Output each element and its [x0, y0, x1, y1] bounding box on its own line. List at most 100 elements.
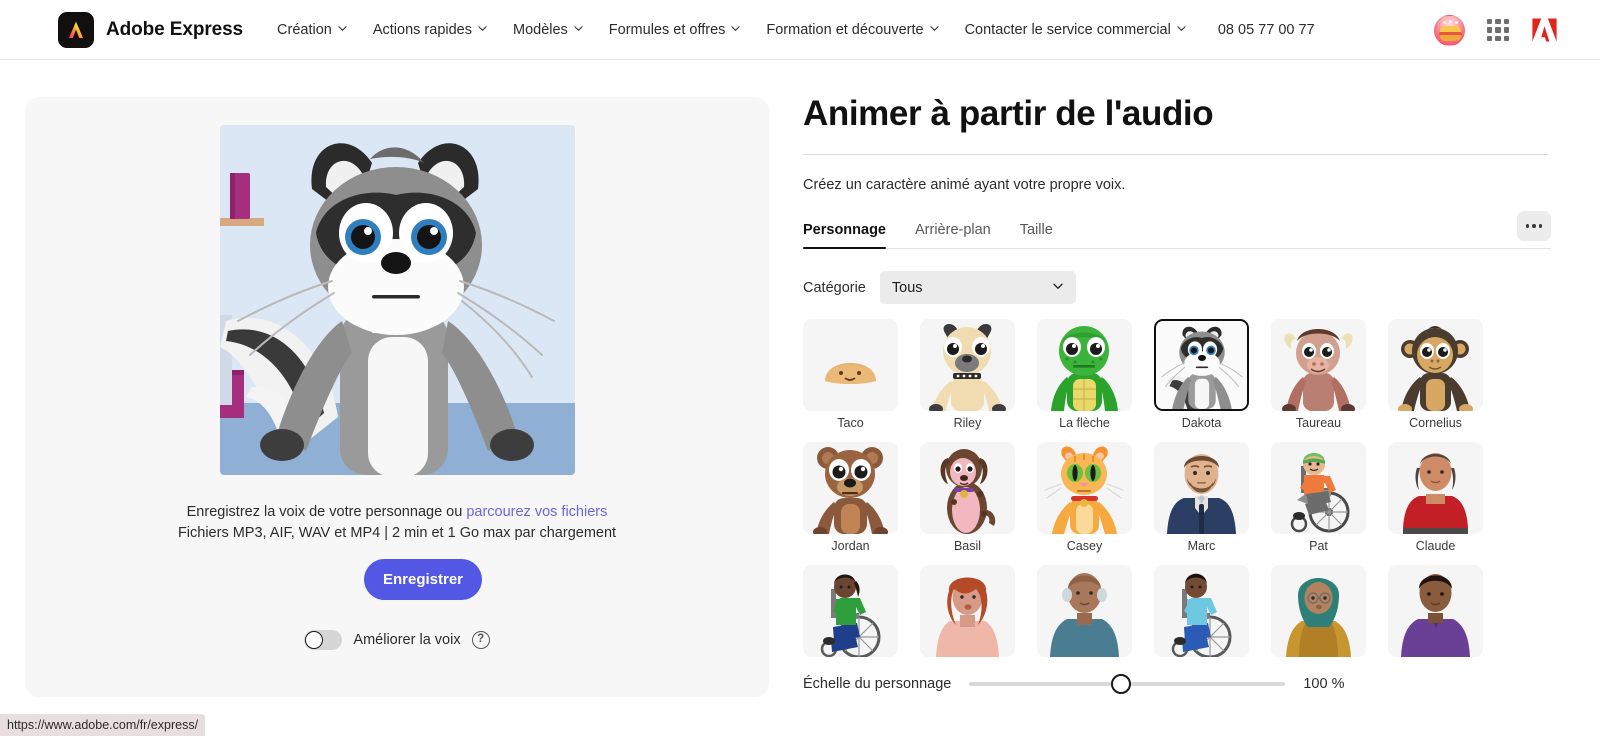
character-name: La flèche [1059, 416, 1110, 430]
contact-phone-number[interactable]: 08 05 77 00 77 [1218, 22, 1315, 38]
character-card-row3-3[interactable] [1037, 565, 1132, 660]
tab-taille[interactable]: Taille [1020, 222, 1053, 248]
character-thumbnail [1388, 442, 1483, 534]
character-thumbnail [803, 442, 898, 534]
nav-item-label: Modèles [512, 21, 568, 38]
tab-personnage[interactable]: Personnage [803, 222, 886, 249]
nav-item-formules-et-offres[interactable]: Formules et offres [609, 16, 741, 44]
character-name: Dakota [1181, 416, 1222, 430]
character-name: Riley [953, 416, 982, 430]
character-name: Taco [837, 416, 864, 430]
enhance-voice-label: Améliorer la voix [353, 632, 461, 648]
character-grid: Taco Riley La flèche Dakota Taureau Corn… [803, 319, 1551, 660]
character-card-la-fleche[interactable]: La flèche [1037, 319, 1132, 430]
character-thumbnail [803, 319, 898, 411]
chevron-down-icon [338, 24, 347, 33]
character-thumbnail [1037, 442, 1132, 534]
character-card-row3-4[interactable] [1154, 565, 1249, 660]
main-nav: Création Actions rapides Modèles Formule… [277, 16, 1315, 44]
enhance-voice-row: Améliorer la voix ? [25, 630, 769, 650]
brand[interactable]: Adobe Express [58, 11, 244, 48]
dot-icon [1538, 224, 1543, 228]
raccoon-preview-image [220, 125, 575, 475]
page-title: Animer à partir de l'audio [803, 94, 1214, 133]
character-scale-slider[interactable] [969, 674, 1286, 694]
character-card-row3-5[interactable] [1271, 565, 1366, 660]
character-thumbnail [1271, 319, 1366, 411]
upload-instructions: Enregistrez la voix de votre personnage … [25, 502, 769, 544]
character-name: Taureau [1295, 416, 1342, 430]
upload-line-1: Enregistrez la voix de votre personnage … [25, 502, 769, 523]
record-button[interactable]: Enregistrer [364, 559, 482, 600]
character-thumbnail [1271, 442, 1366, 534]
character-scale-row: Échelle du personnage 100 % [803, 674, 1551, 694]
character-card-taureau[interactable]: Taureau [1271, 319, 1366, 430]
category-row: Catégorie Tous [803, 271, 1551, 304]
dot-icon [1525, 224, 1530, 228]
character-card-taco[interactable]: Taco [803, 319, 898, 430]
character-name: Basil [953, 539, 982, 553]
character-thumbnail [803, 565, 898, 657]
character-name: Jordan [831, 539, 870, 553]
character-card-claude[interactable]: Claude [1388, 442, 1483, 553]
character-card-jordan[interactable]: Jordan [803, 442, 898, 553]
character-grid-scroll[interactable]: Taco Riley La flèche Dakota Taureau Corn… [803, 319, 1551, 660]
character-thumbnail [920, 319, 1015, 411]
overflow-menu-button[interactable] [1517, 211, 1551, 241]
nav-item-label: Création [277, 21, 332, 38]
chevron-down-icon [731, 24, 741, 33]
slider-knob[interactable] [1111, 674, 1132, 694]
nav-item-contacter-service-commercial[interactable]: Contacter le service commercial [965, 16, 1186, 44]
animate-from-audio-panel: Animer à partir de l'audio Créez un cara… [803, 92, 1551, 712]
character-thumbnail [1388, 319, 1483, 411]
brand-name: Adobe Express [106, 18, 244, 40]
adobe-logo-icon[interactable] [1531, 17, 1558, 43]
character-card-dakota[interactable]: Dakota [1154, 319, 1249, 430]
scale-value: 100 % [1303, 676, 1345, 692]
category-select[interactable]: Tous [879, 271, 1076, 304]
character-name: Claude [1415, 539, 1456, 553]
character-thumbnail [1037, 565, 1132, 657]
chevron-down-icon [1052, 280, 1064, 295]
character-card-marc[interactable]: Marc [1154, 442, 1249, 553]
chevron-down-icon [929, 24, 939, 33]
upload-instruction-text: Enregistrez la voix de votre personnage … [186, 504, 463, 520]
nav-item-label: Contacter le service commercial [964, 21, 1171, 38]
help-icon[interactable]: ? [471, 631, 490, 649]
character-thumbnail [920, 442, 1015, 534]
character-card-casey[interactable]: Casey [1037, 442, 1132, 553]
app-grid-icon[interactable] [1487, 19, 1509, 41]
character-thumbnail [1154, 442, 1249, 534]
character-card-basil[interactable]: Basil [920, 442, 1015, 553]
tab-arriere-plan[interactable]: Arrière-plan [915, 222, 991, 248]
character-thumbnail [1271, 565, 1366, 657]
enhance-voice-toggle[interactable] [304, 630, 343, 650]
character-card-cornelius[interactable]: Cornelius [1388, 319, 1483, 430]
header-right-actions [1434, 0, 1558, 60]
nav-item-formation-et-decouverte[interactable]: Formation et découverte [766, 16, 939, 44]
browse-files-link[interactable]: parcourez vos fichiers [466, 504, 607, 520]
nav-item-modeles[interactable]: Modèles [513, 16, 583, 44]
avatar[interactable] [1434, 14, 1465, 46]
character-name: Pat [1309, 539, 1328, 553]
toggle-knob [305, 631, 324, 649]
character-card-row3-1[interactable] [803, 565, 898, 660]
category-selected-value: Tous [891, 279, 923, 296]
character-card-pat[interactable]: Pat [1271, 442, 1366, 553]
nav-item-actions-rapides[interactable]: Actions rapides [373, 16, 487, 44]
title-divider [803, 154, 1548, 155]
character-card-row3-6[interactable] [1388, 565, 1483, 660]
dot-icon [1532, 224, 1536, 228]
character-thumbnail [1037, 319, 1132, 411]
tab-bar: Personnage Arrière-plan Taille [803, 211, 1551, 249]
character-card-riley[interactable]: Riley [920, 319, 1015, 430]
chevron-down-icon [478, 24, 487, 33]
character-thumbnail [1388, 565, 1483, 657]
scale-label: Échelle du personnage [803, 676, 952, 692]
status-bar-url: https://www.adobe.com/fr/express/ [0, 714, 206, 736]
character-name: Marc [1187, 539, 1216, 553]
character-preview [220, 125, 575, 475]
nav-item-label: Formules et offres [608, 21, 726, 38]
nav-item-creation[interactable]: Création [277, 16, 347, 44]
character-card-row3-2[interactable] [920, 565, 1015, 660]
